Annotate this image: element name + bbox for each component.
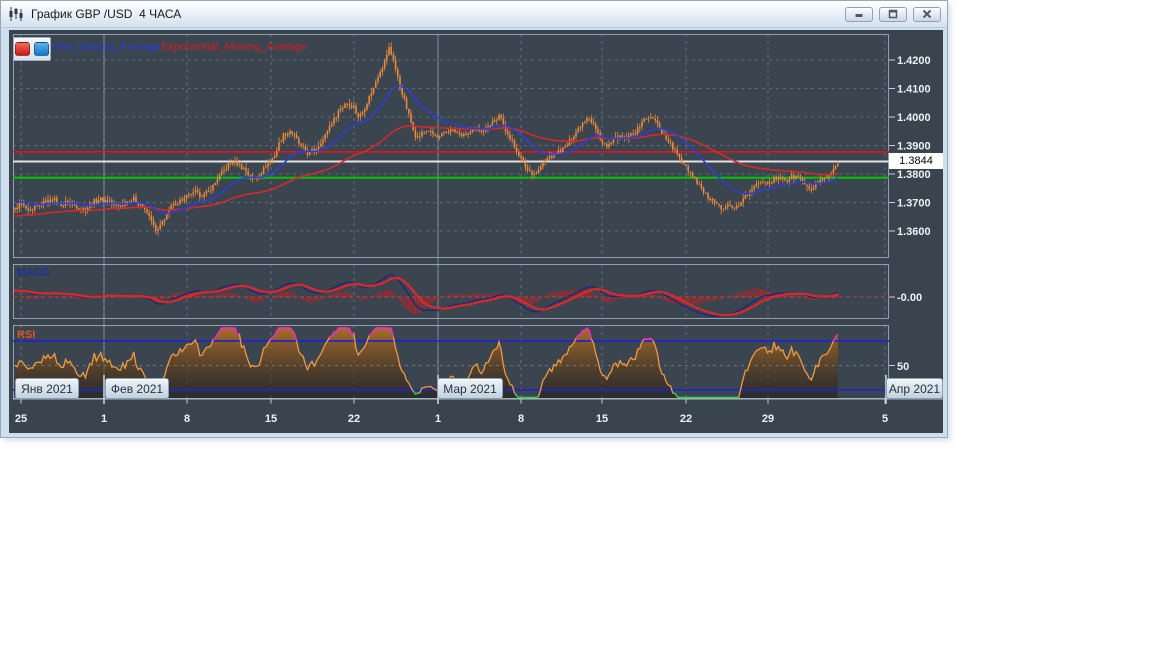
chart-area: 1.4200 1.4100 1.4000 1.3900 1.3800 1.3700 1.36…	[9, 30, 943, 433]
price-axis-label: 1.4200	[897, 55, 931, 67]
macd-panel-label: MACD	[17, 267, 50, 279]
price-axis-label: 1.3700	[897, 198, 931, 210]
month-tag-apr[interactable]: Апр 2021	[886, 378, 943, 399]
chart-window: График GBP /USD 4 ЧАСА 1.4200 1.4100 1.4…	[0, 0, 948, 438]
macd-axis-label: -0.00	[897, 292, 922, 304]
rsi-panel-label: RSI	[17, 329, 36, 341]
date-axis-label: 1	[101, 413, 107, 425]
legend-ema-red-label: Exponential_Moving_Average	[161, 41, 307, 53]
current-price-tag: 1.3844	[889, 153, 943, 169]
date-axis-label: 15	[596, 413, 608, 425]
date-axis-label: 8	[184, 413, 190, 425]
date-axis-label: 22	[680, 413, 692, 425]
month-tag-mar[interactable]: Мар 2021	[437, 378, 503, 399]
date-axis-label: 15	[265, 413, 277, 425]
month-tag-feb[interactable]: Фев 2021	[105, 378, 169, 399]
price-chart-svg[interactable]: 1.4200 1.4100 1.4000 1.3900 1.3800 1.3700 1.36…	[9, 30, 943, 433]
close-icon	[922, 9, 932, 19]
price-axis-label: 1.4100	[897, 84, 931, 96]
macd-panel[interactable]	[13, 264, 889, 319]
price-axis-label: 1.3900	[897, 141, 931, 153]
window-controls	[845, 6, 941, 22]
maximize-icon	[888, 9, 898, 19]
maximize-button[interactable]	[879, 6, 907, 22]
date-axis-label: 22	[348, 413, 360, 425]
price-axis-label: 1.3600	[897, 226, 931, 238]
date-axis-label: 25	[15, 413, 27, 425]
legend-buttons	[13, 37, 51, 61]
candlestick-chart-icon	[7, 5, 25, 23]
ema-red-swatch-button[interactable]	[15, 42, 30, 56]
close-button[interactable]	[913, 6, 941, 22]
date-axis-label: 1	[435, 413, 441, 425]
date-axis-label: 29	[762, 413, 774, 425]
window-title: График GBP /USD 4 ЧАСА	[31, 7, 182, 21]
month-tag-jan[interactable]: Янв 2021	[15, 378, 79, 399]
price-axis-label: 1.4000	[897, 112, 931, 124]
minimize-button[interactable]	[845, 6, 873, 22]
date-axis-label: 5	[882, 413, 888, 425]
title-bar[interactable]: График GBP /USD 4 ЧАСА	[1, 1, 947, 28]
minimize-icon	[855, 14, 863, 17]
date-axis-label: 8	[518, 413, 524, 425]
price-axis-label: 1.3800	[897, 169, 931, 181]
rsi-axis-label: 50	[897, 361, 909, 373]
ema-blue-swatch-button[interactable]	[34, 42, 49, 56]
